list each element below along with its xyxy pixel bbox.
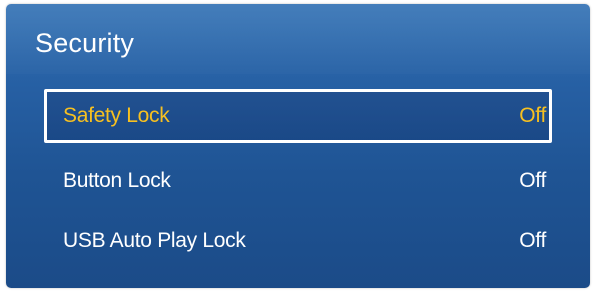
menu-item-value: Off [519,229,546,252]
menu-item-label: Safety Lock [63,104,170,127]
menu-item-label: Button Lock [63,169,171,192]
menu-title: Security [35,28,135,58]
menu-item-label: USB Auto Play Lock [63,229,246,252]
menu-item-value: Off [519,104,546,127]
menu-item-safety-lock[interactable]: Safety Lock Off [44,89,552,143]
security-menu-panel: Security Safety Lock Off Button Lock Off… [6,4,590,288]
menu-item-usb-auto-play-lock[interactable]: USB Auto Play Lock Off [44,214,552,268]
menu-item-button-lock[interactable]: Button Lock Off [44,154,552,208]
menu-item-value: Off [519,169,546,192]
